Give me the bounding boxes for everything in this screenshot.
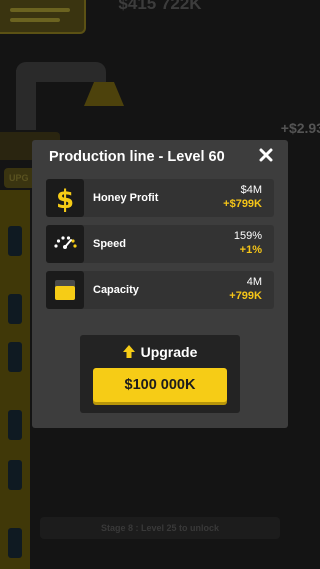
stat-label: Speed	[93, 238, 127, 250]
stat-bonus: +$799K	[223, 198, 262, 210]
stat-value: 159%	[233, 230, 262, 242]
stat-row-honey-profit: $ Honey Profit $4M +$799K	[46, 179, 274, 217]
upgrade-panel: Upgrade $100 000K	[80, 335, 240, 413]
total-money-display: $415 722K	[118, 0, 202, 13]
production-line-dialog: Production line - Level 60 $ Honey Profi…	[32, 140, 288, 428]
stat-value: $4M	[240, 184, 262, 196]
stat-row-speed: Speed 159% +1%	[46, 225, 274, 263]
funnel-graphic	[84, 82, 124, 106]
svg-text:$: $	[56, 185, 74, 215]
stat-label: Honey Profit	[93, 192, 159, 204]
track-slot	[8, 410, 22, 440]
track-slot	[8, 294, 22, 324]
stat-bonus: +799K	[229, 290, 262, 302]
upgrade-price-button[interactable]: $100 000K	[93, 368, 227, 402]
dialog-title: Production line - Level 60	[49, 149, 225, 165]
track-slot	[8, 226, 22, 256]
stat-bonus: +1%	[239, 244, 262, 256]
track-slot	[8, 528, 22, 558]
upgrade-header: Upgrade	[80, 344, 240, 360]
upgrade-label: Upgrade	[140, 344, 198, 360]
capacity-box-icon	[46, 271, 84, 309]
stat-value: 4M	[246, 276, 262, 288]
stat-row-capacity: Capacity 4M +799K	[46, 271, 274, 309]
close-icon[interactable]	[256, 145, 276, 165]
stage-lock-banner: Stage 8 : Level 25 to unlock	[40, 517, 280, 539]
track-slot	[8, 342, 22, 372]
speedometer-icon	[46, 225, 84, 263]
income-popup: +$2.93	[280, 120, 320, 136]
production-line-track	[0, 190, 30, 569]
pipe-vertical-graphic	[16, 70, 36, 130]
dollar-icon: $	[46, 179, 84, 217]
arrow-up-icon	[122, 345, 135, 358]
stat-label: Capacity	[93, 284, 139, 296]
track-slot	[8, 460, 22, 490]
